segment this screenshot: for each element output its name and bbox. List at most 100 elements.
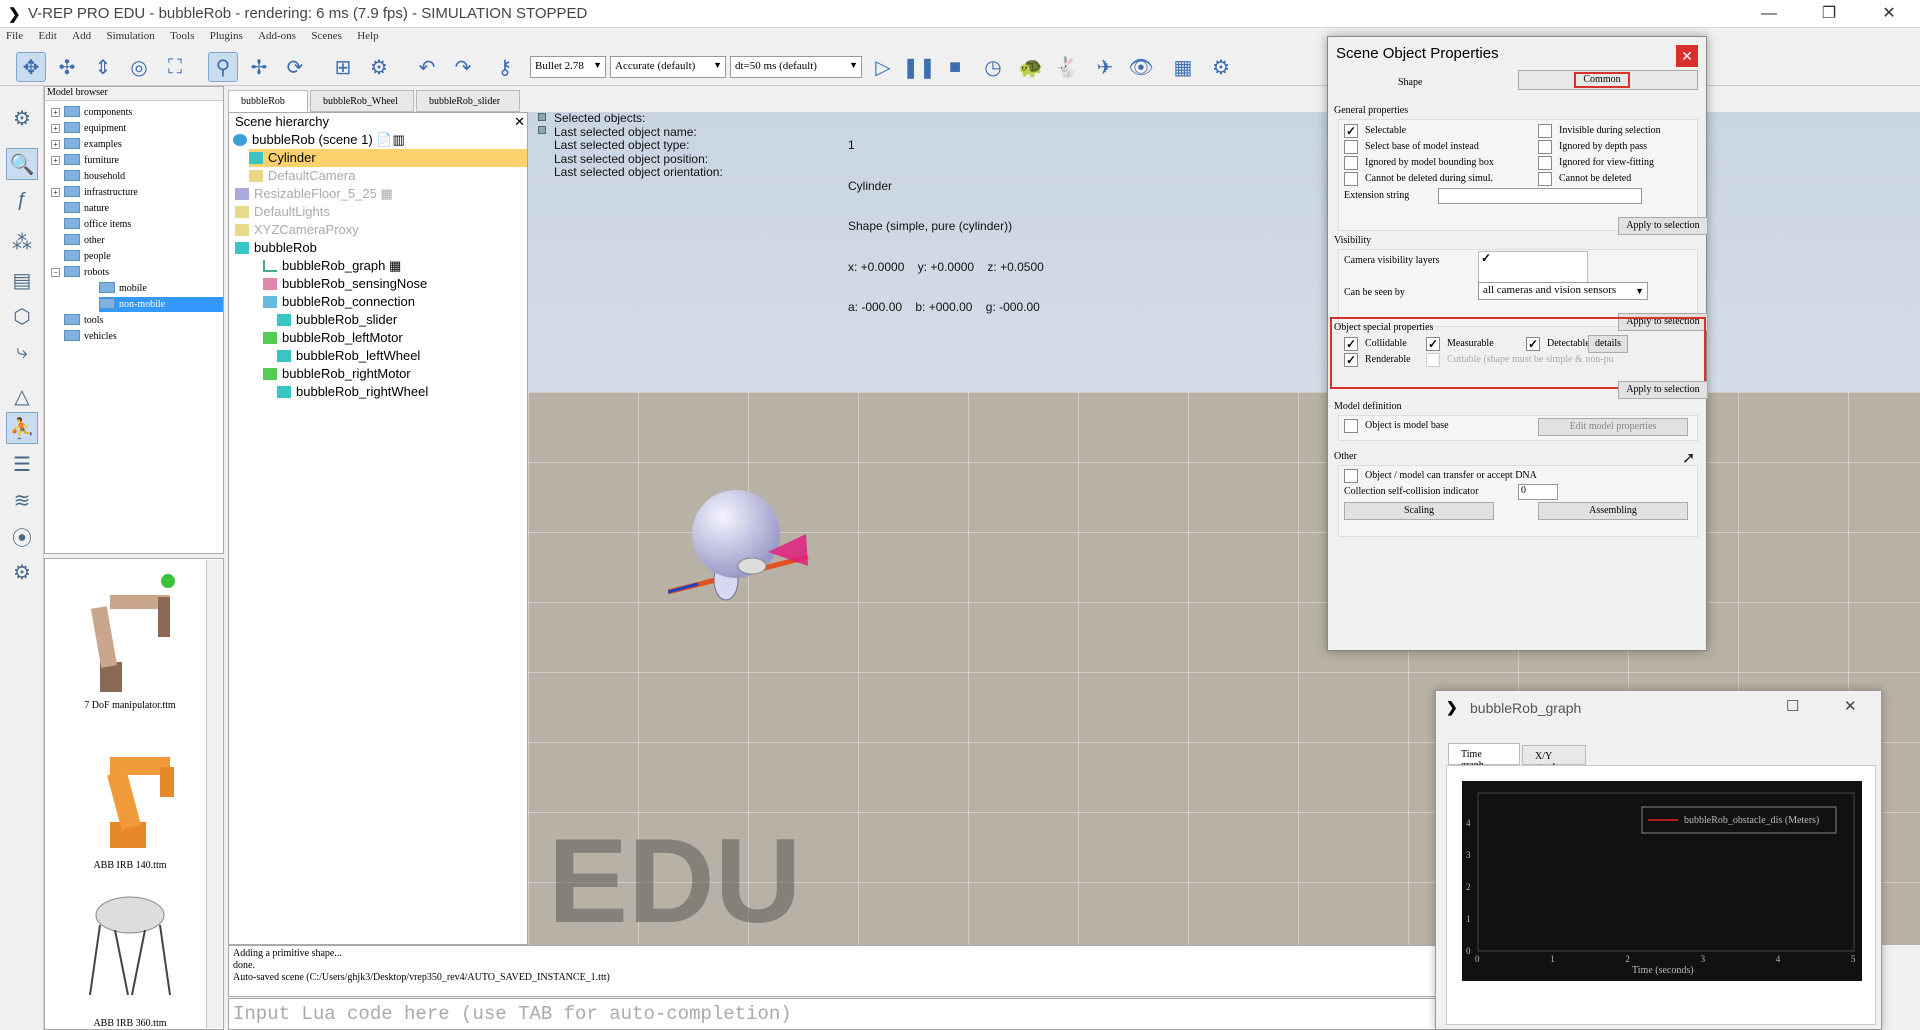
seen-by-select[interactable]: all cameras and vision sensors ▼: [1478, 282, 1648, 300]
path-edit-icon[interactable]: ⤷: [6, 336, 38, 368]
toggle-visualization-icon[interactable]: 👁: [1126, 52, 1156, 82]
time-graph-plot[interactable]: bubbleRob_obstacle_dis (Meters) Time (se…: [1462, 781, 1862, 981]
folder-robots[interactable]: − robots: [51, 265, 109, 280]
apply-general-button[interactable]: Apply to selection: [1618, 217, 1708, 235]
bubblerob-model[interactable]: [668, 482, 828, 622]
menu-add-ons[interactable]: Add-ons: [252, 28, 302, 44]
model-thumbnail[interactable]: ABB IRB 360.ttm: [55, 885, 205, 1029]
minimize-button[interactable]: —: [1746, 0, 1792, 28]
user-settings-icon[interactable]: ⚙: [6, 556, 38, 588]
invisible-selection-checkbox[interactable]: [1538, 124, 1552, 138]
renderable-checkbox[interactable]: ✓: [1344, 353, 1358, 367]
folder-mobile[interactable]: mobile: [99, 281, 147, 296]
speed-up-icon[interactable]: 🐇: [1052, 52, 1082, 82]
select-base-checkbox[interactable]: [1344, 140, 1358, 154]
maximize-button[interactable]: ❐: [1806, 0, 1852, 28]
click-select-icon[interactable]: ⚲: [208, 52, 238, 82]
ignored-view-checkbox[interactable]: [1538, 156, 1552, 170]
menu-help[interactable]: Help: [351, 28, 384, 44]
hierarchy-item-sensing-nose[interactable]: bubbleRob_sensingNose: [263, 275, 427, 293]
menu-tools[interactable]: Tools: [164, 28, 200, 44]
graph-maximize-button[interactable]: ☐: [1786, 697, 1799, 715]
script-icon[interactable]: 📄▥: [376, 132, 404, 147]
tab-shape[interactable]: Shape: [1398, 77, 1422, 88]
menu-scenes[interactable]: Scenes: [305, 28, 348, 44]
model-base-checkbox[interactable]: [1344, 419, 1358, 433]
list-icon[interactable]: ☰: [6, 448, 38, 480]
info-toggle-icon[interactable]: [538, 113, 546, 121]
dynamics-icon[interactable]: ⚷: [490, 52, 520, 82]
camera-shift-icon[interactable]: ⇕: [88, 52, 118, 82]
selectable-checkbox[interactable]: ✓: [1344, 124, 1358, 138]
stack-icon[interactable]: ≋: [6, 484, 38, 516]
scaling-button[interactable]: Scaling: [1344, 502, 1494, 520]
folder-examples[interactable]: + examples: [51, 137, 122, 152]
start-simulation-icon[interactable]: ▷: [868, 52, 898, 82]
transfer-dna-icon[interactable]: ⚙: [364, 52, 394, 82]
collection-indicator-input[interactable]: 0: [1518, 484, 1558, 500]
hierarchy-item-connection[interactable]: bubbleRob_connection: [263, 293, 415, 311]
hierarchy-item-default-lights[interactable]: DefaultLights: [235, 203, 330, 221]
visibility-layer-grid[interactable]: ✓: [1478, 251, 1588, 283]
camera-angle-icon[interactable]: ◎: [124, 52, 154, 82]
camera-pan-icon[interactable]: ✥: [16, 52, 46, 82]
dialog-close-button[interactable]: ✕: [1676, 45, 1698, 67]
model-thumbnail[interactable]: 7 DoF manipulator.ttm: [55, 567, 205, 711]
tab-xy-graph[interactable]: X/Y graph: [1522, 745, 1586, 773]
folder-components[interactable]: + components: [51, 105, 132, 120]
close-icon[interactable]: ✕: [514, 114, 525, 130]
hierarchy-item-default-camera[interactable]: DefaultCamera: [249, 167, 355, 185]
hierarchy-item-right-wheel[interactable]: bubbleRob_rightWheel: [277, 383, 428, 401]
tab-time-graph[interactable]: Time graph: [1448, 743, 1520, 771]
folder-people[interactable]: people: [64, 249, 111, 264]
redo-icon[interactable]: ↷: [448, 52, 478, 82]
accuracy-select[interactable]: Accurate (default) ▼: [610, 56, 726, 78]
menu-add[interactable]: Add: [66, 28, 97, 44]
hierarchy-item-right-motor[interactable]: bubbleRob_rightMotor: [263, 365, 411, 383]
simulation-settings-icon[interactable]: ⚙: [6, 102, 38, 134]
selection-icon[interactable]: ▤: [6, 264, 38, 296]
graph-close-button[interactable]: ✕: [1844, 697, 1857, 715]
hierarchy-item-floor[interactable]: ResizableFloor_5_25 ▦: [235, 185, 393, 203]
edit-model-properties-button[interactable]: Edit model properties: [1538, 418, 1688, 436]
assemble-icon[interactable]: ⊞: [328, 52, 358, 82]
folder-tools[interactable]: tools: [64, 313, 103, 328]
detectable-details-button[interactable]: details: [1588, 335, 1628, 353]
folder-household[interactable]: household: [64, 169, 125, 184]
folder-office-items[interactable]: office items: [64, 217, 131, 232]
hierarchy-item-slider[interactable]: bubbleRob_slider: [277, 311, 397, 329]
object-rotate-icon[interactable]: ⟳: [280, 52, 310, 82]
camera-rotate-icon[interactable]: ✣: [52, 52, 82, 82]
hierarchy-item-left-wheel[interactable]: bubbleRob_leftWheel: [277, 347, 420, 365]
cannot-delete-sim-checkbox[interactable]: [1344, 172, 1358, 186]
folder-furniture[interactable]: + furniture: [51, 153, 119, 168]
hierarchy-item-left-motor[interactable]: bubbleRob_leftMotor: [263, 329, 403, 347]
fit-to-view-icon[interactable]: ⛶: [160, 52, 190, 82]
tab-bubblerob-slider[interactable]: bubbleRob_slider: [416, 90, 520, 112]
timestep-select[interactable]: dt=50 ms (default) ▼: [730, 56, 862, 78]
object-shift-icon[interactable]: ✢: [244, 52, 274, 82]
collections-icon[interactable]: ⁂: [6, 226, 38, 258]
close-button[interactable]: ✕: [1866, 0, 1912, 28]
hierarchy-item-cylinder[interactable]: Cylinder: [249, 149, 527, 167]
hierarchy-item-graph[interactable]: bubbleRob_graph ▦: [263, 257, 401, 275]
hierarchy-scene-root[interactable]: bubbleRob (scene 1) 📄▥: [233, 131, 405, 149]
scripts-icon[interactable]: ƒ: [6, 184, 38, 216]
folder-infrastructure[interactable]: + infrastructure: [51, 185, 138, 200]
extension-string-input[interactable]: [1438, 188, 1642, 204]
slow-down-icon[interactable]: 🐢: [1016, 52, 1046, 82]
layers-icon[interactable]: △: [6, 380, 38, 412]
measurable-checkbox[interactable]: ✓: [1426, 337, 1440, 351]
undo-icon[interactable]: ↶: [412, 52, 442, 82]
scene-hierarchy-icon[interactable]: ⛹: [6, 412, 38, 444]
info-toggle-icon[interactable]: [538, 126, 546, 134]
ignored-depth-checkbox[interactable]: [1538, 140, 1552, 154]
tab-common[interactable]: Common: [1574, 72, 1630, 88]
cuttable-checkbox[interactable]: [1426, 353, 1440, 367]
thumbnail-scrollbar[interactable]: [206, 560, 222, 1028]
collidable-checkbox[interactable]: ✓: [1344, 337, 1358, 351]
assembling-button[interactable]: Assembling: [1538, 502, 1688, 520]
apply-special-button[interactable]: Apply to selection: [1618, 381, 1708, 399]
calculation-modules-icon[interactable]: ⚙: [1206, 52, 1236, 82]
folder-vehicles[interactable]: vehicles: [64, 329, 117, 344]
